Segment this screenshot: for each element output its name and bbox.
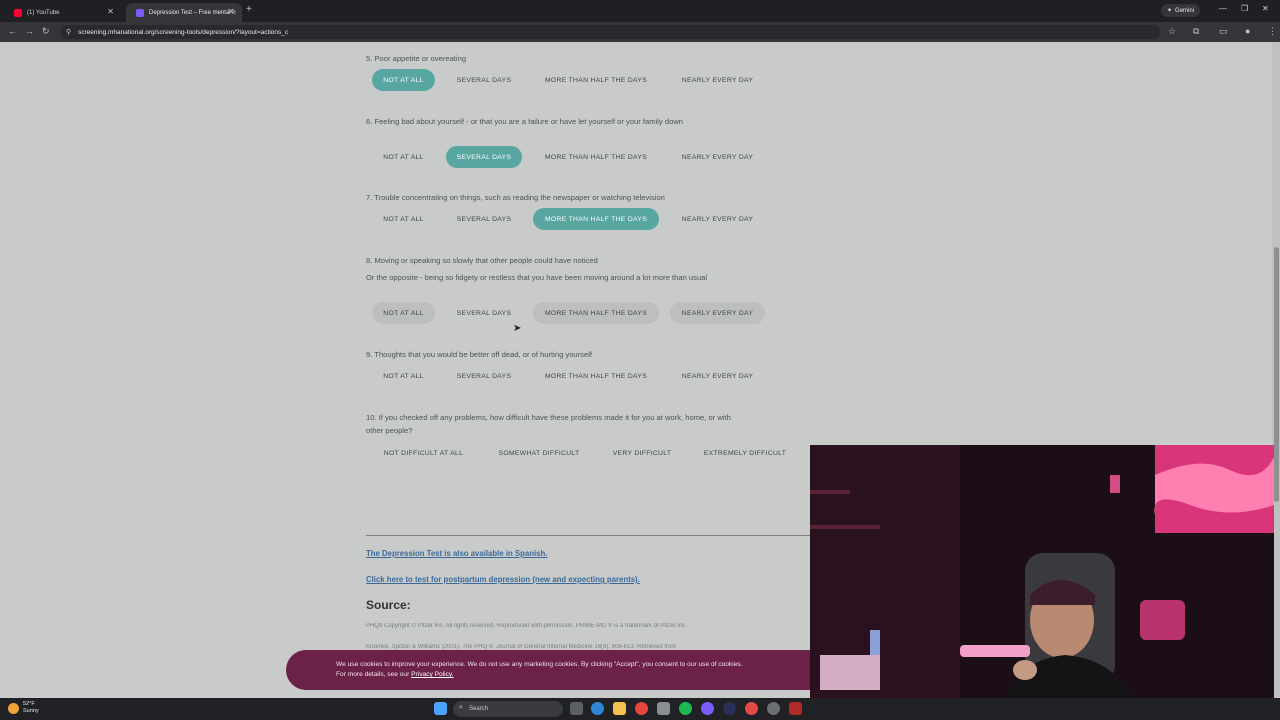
search-icon: ⌕ — [459, 704, 463, 711]
task-view-icon[interactable] — [570, 702, 583, 715]
q9-option-nearly-every-day[interactable]: NEARLY EVERY DAY — [670, 365, 765, 387]
window-close-icon[interactable]: ✕ — [1262, 4, 1269, 13]
menu-icon[interactable]: ⋮ — [1268, 26, 1277, 37]
cookie-text: We use cookies to improve your experienc… — [336, 661, 743, 668]
question-9: 9. Thoughts that you would be better off… — [366, 350, 592, 359]
minimize-icon[interactable]: — — [1219, 4, 1227, 13]
q6-option-nearly-every-day[interactable]: NEARLY EVERY DAY — [670, 146, 765, 168]
app-icon[interactable] — [767, 702, 780, 715]
q6-option-several-days[interactable]: SEVERAL DAYS — [446, 146, 522, 168]
sparkle-icon: ✦ — [1167, 8, 1173, 14]
scrollbar-thumb[interactable] — [1274, 247, 1279, 502]
webcam-scene — [810, 445, 1274, 720]
tab-depression-test[interactable]: Depression Test – Free mental h ✕ — [126, 3, 242, 22]
gemini-label: Gemini — [1175, 7, 1195, 14]
tab-title: (1) YouTube — [27, 9, 60, 16]
tab-youtube[interactable]: (1) YouTube ✕ — [4, 3, 122, 22]
q7-option-nearly-every-day[interactable]: NEARLY EVERY DAY — [670, 208, 765, 230]
browser-tab-bar: (1) YouTube ✕ Depression Test – Free men… — [0, 0, 1280, 22]
reload-icon[interactable]: ↻ — [42, 26, 50, 37]
source-heading: Source: — [366, 598, 411, 612]
forward-icon[interactable]: → — [25, 26, 34, 36]
start-icon[interactable] — [434, 702, 447, 715]
q5-option-nearly-every-day[interactable]: NEARLY EVERY DAY — [670, 69, 765, 91]
edge-icon[interactable] — [591, 702, 604, 715]
chrome-icon[interactable] — [635, 702, 648, 715]
q5-option-more-than-half[interactable]: MORE THAN HALF THE DAYS — [533, 69, 659, 91]
back-icon[interactable]: ← — [8, 26, 17, 36]
question-8-subtext: Or the opposite - being so fidgety or re… — [366, 273, 708, 282]
bookmark-star-icon[interactable]: ☆ — [1168, 26, 1176, 37]
site-info-icon[interactable]: ⚲ — [66, 28, 71, 36]
weather-temp: 52°F — [23, 701, 35, 707]
discord-icon[interactable] — [701, 702, 714, 715]
weather-condition: Sunny — [23, 708, 39, 714]
q7-option-not-at-all[interactable]: NOT AT ALL — [372, 208, 435, 230]
q8-option-more-than-half[interactable]: MORE THAN HALF THE DAYS — [533, 302, 659, 324]
mouse-cursor-icon: ➤ — [513, 323, 522, 334]
question-10: 10. If you checked off any problems, how… — [366, 413, 731, 435]
search-placeholder: Search — [469, 706, 489, 712]
webcam-overlay — [810, 445, 1274, 720]
address-toolbar: ← → ↻ ⚲ screening.mhanational.org/screen… — [0, 22, 1280, 42]
q5-option-not-at-all[interactable]: NOT AT ALL — [372, 69, 435, 91]
profile-avatar[interactable]: ● — [1245, 26, 1250, 36]
q8-option-nearly-every-day[interactable]: NEARLY EVERY DAY — [670, 302, 765, 324]
os-taskbar: 52°F Sunny ⌕ Search — [0, 698, 1280, 720]
close-icon[interactable]: ✕ — [227, 7, 234, 16]
q10-option-somewhat-difficult[interactable]: SOMEWHAT DIFFICULT — [486, 442, 592, 464]
source-copyright: PHQ9 Copyright © Pfizer Inc. All rights … — [366, 623, 687, 629]
taskbar-search[interactable]: ⌕ Search — [453, 701, 563, 717]
question-7: 7. Trouble concentrating on things, such… — [366, 193, 665, 202]
spotify-icon[interactable] — [679, 702, 692, 715]
url-text: screening.mhanational.org/screening-tool… — [78, 28, 289, 36]
postpartum-link[interactable]: Click here to test for postpartum depres… — [366, 575, 640, 584]
tab-title: Depression Test – Free mental h — [149, 9, 236, 16]
q9-option-more-than-half[interactable]: MORE THAN HALF THE DAYS — [533, 365, 659, 387]
q5-option-several-days[interactable]: SEVERAL DAYS — [446, 69, 522, 91]
q8-option-not-at-all[interactable]: NOT AT ALL — [372, 302, 435, 324]
question-5: 5. Poor appetite or overeating — [366, 54, 467, 63]
cookie-details-text: For more details, see our — [336, 671, 410, 678]
app-icon[interactable] — [789, 702, 802, 715]
cookie-banner: We use cookies to improve your experienc… — [286, 650, 816, 690]
q7-option-several-days[interactable]: SEVERAL DAYS — [446, 208, 522, 230]
privacy-policy-link[interactable]: Privacy Policy. — [411, 671, 453, 678]
sun-icon — [8, 702, 19, 714]
weather-widget[interactable]: 52°F Sunny — [8, 701, 39, 715]
q10-option-extremely-difficult[interactable]: EXTREMELY DIFFICULT — [692, 442, 798, 464]
extensions-icon[interactable]: ⧉ — [1193, 26, 1199, 37]
q10-option-not-difficult[interactable]: NOT DIFFICULT AT ALL — [372, 442, 475, 464]
question-8: 8. Moving or speaking so slowly that oth… — [366, 256, 598, 265]
q9-option-several-days[interactable]: SEVERAL DAYS — [446, 365, 522, 387]
q7-option-more-than-half[interactable]: MORE THAN HALF THE DAYS — [533, 208, 659, 230]
new-tab-icon[interactable]: + — [246, 4, 252, 15]
question-6: 6. Feeling bad about yourself - or that … — [366, 117, 683, 126]
q8-option-several-days[interactable]: SEVERAL DAYS — [446, 302, 522, 324]
close-icon[interactable]: ✕ — [107, 7, 114, 16]
q6-option-more-than-half[interactable]: MORE THAN HALF THE DAYS — [533, 146, 659, 168]
q10-option-very-difficult[interactable]: VERY DIFFICULT — [602, 442, 682, 464]
app-icon[interactable] — [723, 702, 736, 715]
weather-text: 52°F Sunny — [23, 701, 39, 715]
cookie-details: For more details, see our Privacy Policy… — [336, 670, 816, 680]
url-field[interactable]: ⚲ screening.mhanational.org/screening-to… — [60, 25, 1160, 39]
site-favicon-icon — [136, 8, 144, 17]
store-icon[interactable] — [657, 702, 670, 715]
file-explorer-icon[interactable] — [613, 702, 626, 715]
youtube-icon — [14, 8, 22, 17]
divider — [366, 535, 810, 536]
side-panel-icon[interactable]: ▭ — [1219, 26, 1228, 37]
app-icon[interactable] — [745, 702, 758, 715]
gemini-button[interactable]: ✦ Gemini — [1161, 4, 1201, 17]
maximize-icon[interactable]: ❐ — [1241, 4, 1248, 13]
q9-option-not-at-all[interactable]: NOT AT ALL — [372, 365, 435, 387]
q6-option-not-at-all[interactable]: NOT AT ALL — [372, 146, 435, 168]
spanish-link[interactable]: The Depression Test is also available in… — [366, 549, 547, 558]
